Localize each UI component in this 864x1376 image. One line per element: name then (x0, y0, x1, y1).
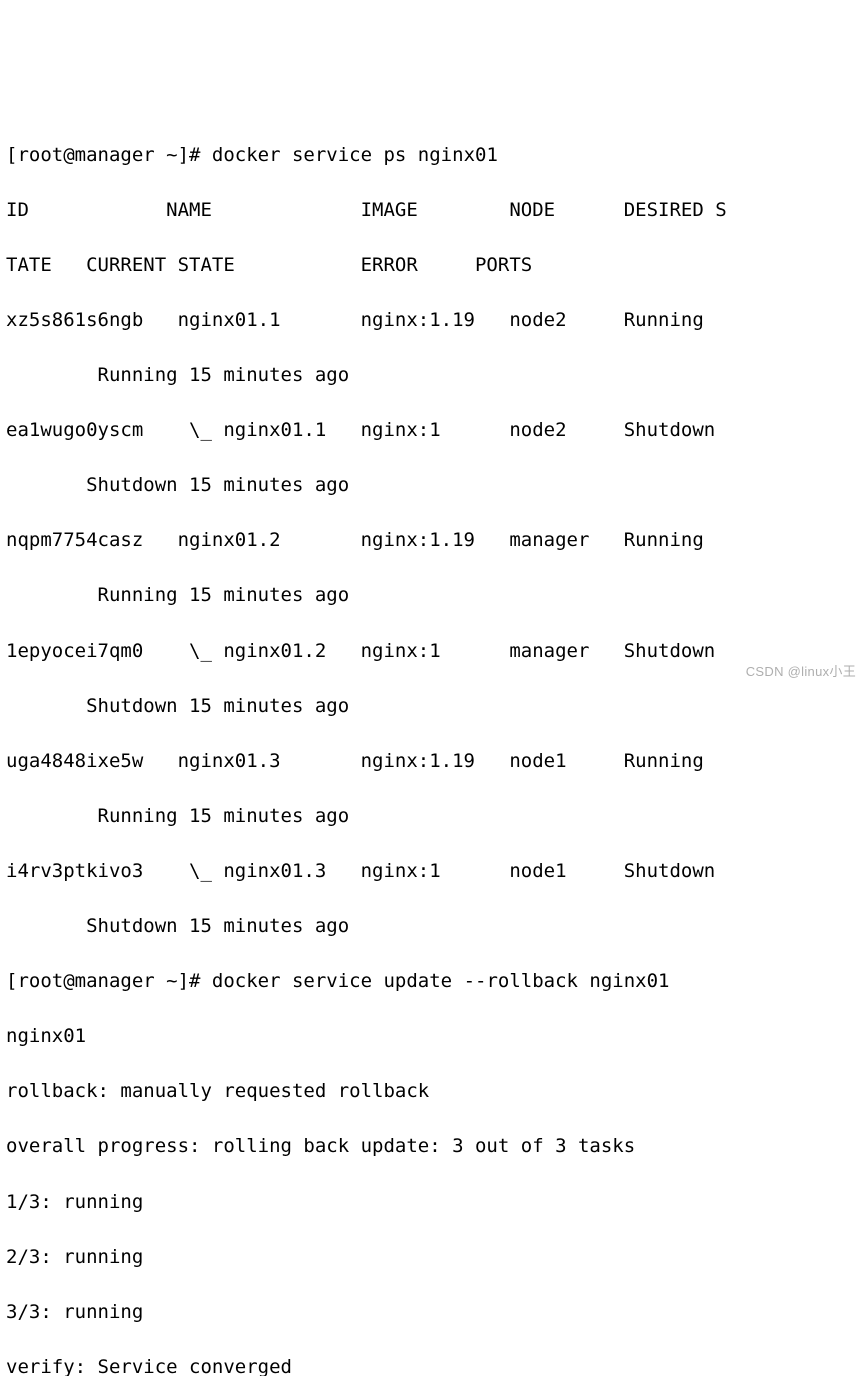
table-row-detail: Running 15 minutes ago (6, 362, 858, 390)
output-line: nginx01 (6, 1023, 858, 1051)
table-row-detail: Shutdown 15 minutes ago (6, 472, 858, 500)
output-line: 3/3: running (6, 1299, 858, 1327)
table-row-detail: Running 15 minutes ago (6, 582, 858, 610)
output-line: verify: Service converged (6, 1354, 858, 1376)
table-row: nqpm7754casz nginx01.2 nginx:1.19 manage… (6, 527, 858, 555)
output-line: rollback: manually requested rollback (6, 1078, 858, 1106)
terminal-output: [root@manager ~]# docker service ps ngin… (6, 114, 858, 1376)
table-row: i4rv3ptkivo3 \_ nginx01.3 nginx:1 node1 … (6, 858, 858, 886)
table-header: TATE CURRENT STATE ERROR PORTS (6, 252, 858, 280)
output-line: overall progress: rolling back update: 3… (6, 1133, 858, 1161)
table-row: ea1wugo0yscm \_ nginx01.1 nginx:1 node2 … (6, 417, 858, 445)
shell-prompt: [root@manager ~]# (6, 970, 212, 992)
command-text: docker service update --rollback nginx01 (212, 970, 670, 992)
output-line: 1/3: running (6, 1189, 858, 1217)
shell-prompt: [root@manager ~]# (6, 144, 212, 166)
table-row-detail: Running 15 minutes ago (6, 803, 858, 831)
table-row-detail: Shutdown 15 minutes ago (6, 913, 858, 941)
prompt-line: [root@manager ~]# docker service update … (6, 968, 858, 996)
output-line: 2/3: running (6, 1244, 858, 1272)
table-row-detail: Shutdown 15 minutes ago (6, 693, 858, 721)
command-text: docker service ps nginx01 (212, 144, 498, 166)
table-row: 1epyocei7qm0 \_ nginx01.2 nginx:1 manage… (6, 638, 858, 666)
prompt-line: [root@manager ~]# docker service ps ngin… (6, 142, 858, 170)
table-row: xz5s861s6ngb nginx01.1 nginx:1.19 node2 … (6, 307, 858, 335)
table-header: ID NAME IMAGE NODE DESIRED S (6, 197, 858, 225)
table-row: uga4848ixe5w nginx01.3 nginx:1.19 node1 … (6, 748, 858, 776)
